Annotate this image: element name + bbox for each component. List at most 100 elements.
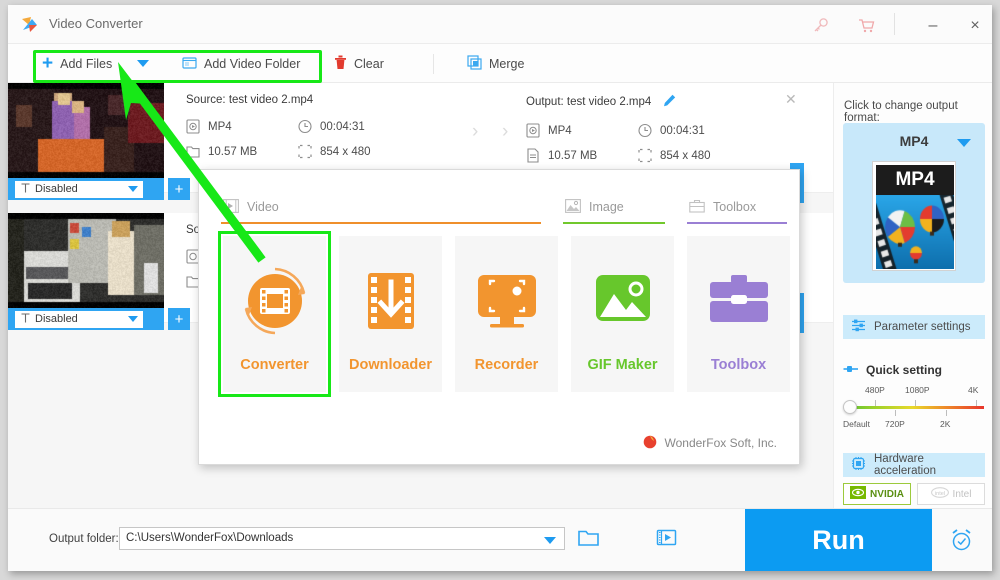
chevron-down-icon[interactable] (957, 139, 971, 147)
output-folder-value: C:\Users\WonderFox\Downloads (126, 532, 293, 544)
video-thumbnail[interactable] (8, 213, 164, 308)
toolbox-tile-icon (702, 263, 776, 337)
merge-button[interactable]: Merge (467, 44, 524, 83)
quality-slider[interactable]: 480P 1080P 4K Default 720P 2K (843, 383, 985, 435)
quick-setting-title: Quick setting (843, 363, 942, 377)
intel-label: Intel (953, 489, 972, 500)
subtitle-value: Disabled (35, 183, 78, 195)
tile-toolbox[interactable]: Toolbox (687, 236, 790, 392)
tile-gif-maker[interactable]: GIF Maker (571, 236, 674, 392)
output-folder-label: Output folder: (49, 533, 119, 545)
output-size: 10.57 MB (526, 148, 638, 163)
open-folder-icon[interactable] (578, 527, 601, 553)
titlebar-divider (894, 13, 895, 35)
close-glyph: × (970, 18, 979, 34)
minimize-glyph: – (929, 18, 938, 34)
tile-converter[interactable]: Converter (223, 236, 326, 392)
parameter-settings-label: Parameter settings (874, 321, 971, 333)
tab-toolbox[interactable]: Toolbox (689, 192, 756, 222)
subtitle-bar: Disabled (8, 308, 164, 330)
tile-toolbox-label: Toolbox (711, 357, 766, 373)
output-format-card[interactable]: MP4 MP4 (843, 123, 985, 283)
chip-icon (851, 456, 866, 474)
close-button[interactable]: × (958, 14, 992, 38)
license-key-icon[interactable] (803, 13, 837, 37)
output-duration: 00:04:31 (638, 123, 750, 138)
toolbar-divider-1 (321, 54, 322, 74)
subtitle-select[interactable]: Disabled (15, 181, 143, 198)
app-logo-icon (21, 16, 39, 34)
nvidia-chip[interactable]: NVIDIA (843, 483, 911, 505)
source-resolution: 854 x 480 (298, 144, 410, 159)
application-window: Video Converter – × + Add Files Add Vide… (8, 5, 992, 571)
slider-label-720p: 720P (885, 419, 905, 429)
source-size-value: 10.57 MB (208, 146, 257, 158)
slider-label-480p: 480P (865, 385, 885, 395)
window-title: Video Converter (49, 16, 143, 31)
tile-recorder[interactable]: Recorder (455, 236, 558, 392)
tab-video-label: Video (247, 200, 279, 214)
minimize-button[interactable]: – (916, 14, 950, 38)
cart-icon[interactable] (849, 13, 883, 37)
source-resolution-value: 854 x 480 (320, 146, 371, 158)
subtitle-value: Disabled (35, 313, 78, 325)
accelerator-chips: NVIDIA intel Intel (843, 483, 985, 505)
hardware-acceleration-button[interactable]: Hardware acceleration (843, 453, 985, 477)
tile-converter-label: Converter (240, 357, 309, 373)
gif-maker-icon (586, 263, 660, 337)
chevron-down-icon (128, 186, 138, 192)
quick-setting-icon (843, 363, 859, 377)
main-toolbar: + Add Files Add Video Folder Clear Merge (8, 44, 992, 83)
add-subtitle-button[interactable]: + (168, 308, 190, 330)
intel-logo-icon: intel (931, 487, 949, 501)
toolbar-divider-2 (433, 54, 434, 74)
slider-label-1080p: 1080P (905, 385, 930, 395)
chevron-right-icon: › (502, 121, 508, 143)
add-files-dropdown-button[interactable] (137, 44, 149, 83)
tab-image-label: Image (589, 200, 624, 214)
clear-button[interactable]: Clear (334, 44, 384, 83)
slider-track[interactable] (846, 406, 984, 409)
video-merge-icon[interactable] (656, 527, 677, 553)
output-size-value: 10.57 MB (548, 150, 597, 162)
recorder-icon (470, 263, 544, 337)
edit-pencil-icon[interactable] (663, 94, 676, 110)
intel-chip[interactable]: intel Intel (917, 483, 985, 505)
add-subtitle-button[interactable]: + (168, 178, 190, 200)
chevron-down-icon[interactable] (544, 537, 556, 544)
tab-image[interactable]: Image (565, 192, 624, 222)
format-preview-label: MP4 (876, 165, 954, 195)
brand-footer: WonderFox Soft, Inc. (642, 433, 778, 452)
parameter-settings-button[interactable]: Parameter settings (843, 315, 985, 339)
source-info: Source: test video 2.mp4 MP4 00:04:31 10… (186, 94, 410, 159)
tab-video[interactable]: Video (223, 192, 279, 222)
subtitle-icon (21, 183, 30, 196)
folder-add-icon (182, 55, 197, 73)
output-format-value: MP4 (548, 125, 572, 137)
tile-gif-maker-label: GIF Maker (587, 357, 657, 373)
title-bar: Video Converter – × (8, 5, 992, 44)
hardware-acceleration-label: Hardware acceleration (874, 453, 985, 477)
video-thumbnail[interactable] (8, 83, 164, 178)
plus-icon: + (42, 54, 53, 73)
output-filename-wrap: Output: test video 2.mp4 (526, 94, 750, 110)
output-filename: Output: test video 2.mp4 (526, 96, 651, 108)
alarm-clock-icon[interactable] (949, 528, 974, 558)
source-duration: 00:04:31 (298, 119, 410, 134)
sliders-icon (851, 318, 866, 336)
tile-downloader[interactable]: Downloader (339, 236, 442, 392)
slider-knob[interactable] (843, 400, 857, 414)
add-video-folder-button[interactable]: Add Video Folder (182, 44, 300, 83)
film-icon (223, 199, 239, 216)
subtitle-select[interactable]: Disabled (15, 311, 143, 328)
add-files-button[interactable]: + Add Files (42, 44, 112, 83)
output-format: MP4 (526, 123, 638, 138)
downloader-icon (354, 263, 428, 337)
tile-downloader-label: Downloader (349, 357, 432, 373)
remove-row-button[interactable]: ✕ (785, 91, 797, 108)
image-icon (565, 199, 581, 216)
run-button[interactable]: Run (745, 509, 932, 571)
feature-chooser-modal: Video Image Toolbox Converter Downloader… (198, 169, 800, 465)
output-folder-input[interactable]: C:\Users\WonderFox\Downloads (119, 527, 565, 550)
svg-text:intel: intel (935, 491, 945, 497)
